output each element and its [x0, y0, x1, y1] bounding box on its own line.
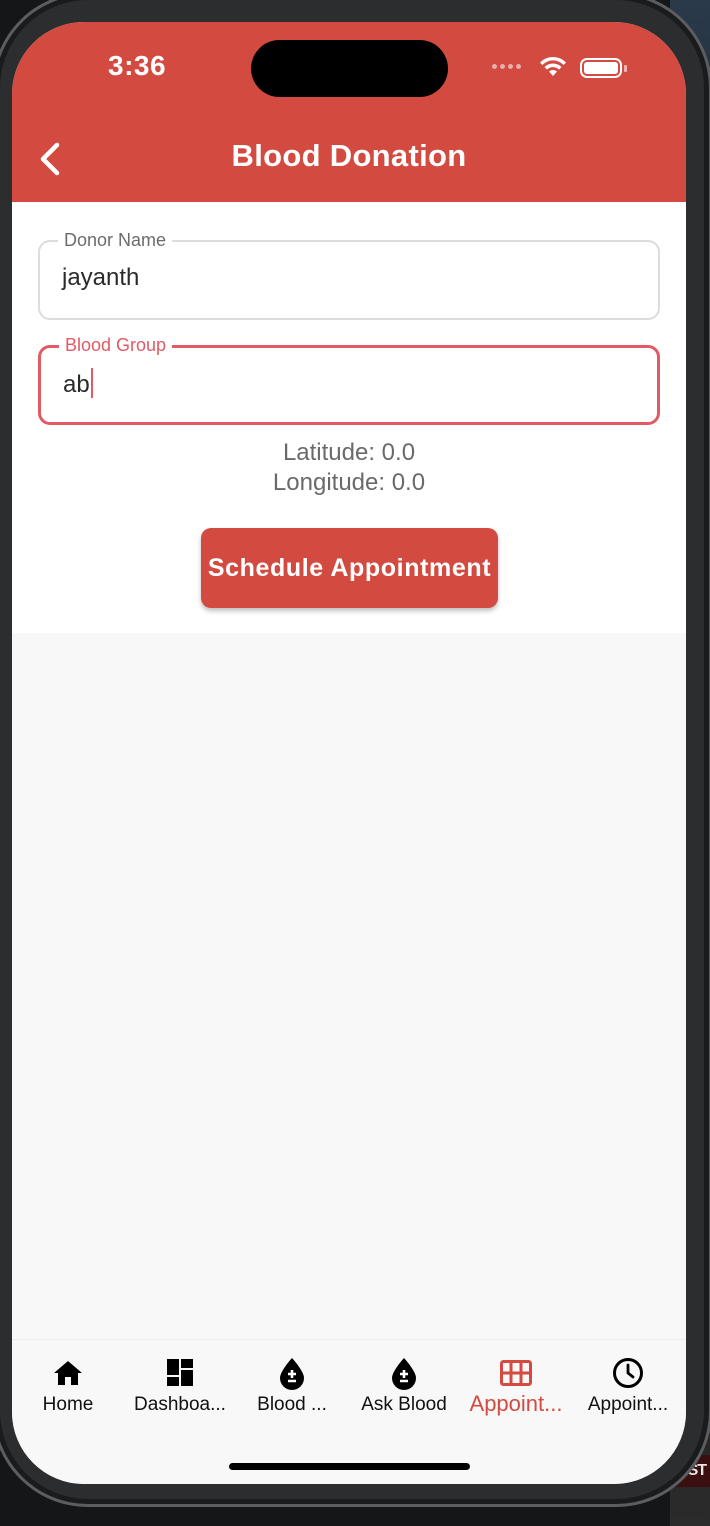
blood-group-input[interactable]: ab — [63, 368, 623, 399]
nav-item-appointment-history[interactable]: Appoint... — [572, 1356, 684, 1420]
longitude-text: Longitude: 0.0 — [272, 469, 426, 496]
status-time: 3:36 — [108, 50, 167, 81]
home-indicator[interactable] — [229, 1463, 470, 1470]
donor-name-input[interactable]: jayanth — [62, 264, 622, 292]
nav-label-blood: Blood ... — [257, 1394, 327, 1415]
blood-group-field[interactable]: Blood Group ab — [38, 334, 660, 425]
nav-label-appointment-history: Appoint... — [587, 1394, 669, 1415]
schedule-appointment-button[interactable]: Schedule Appointment — [201, 528, 498, 608]
blood-drop-icon — [392, 1358, 416, 1390]
blood-drop-icon — [280, 1358, 304, 1390]
nav-label-dashboard: Dashboa... — [134, 1394, 226, 1415]
blood-group-value: ab — [63, 371, 90, 398]
empty-content-area — [12, 633, 686, 1339]
app-screen: 3:36 Blood Donation Donor Name jayanth B… — [12, 22, 686, 1484]
page-title: Blood Donation — [231, 138, 467, 173]
nav-item-appointments[interactable]: Appoint... — [460, 1356, 572, 1420]
battery-icon — [580, 58, 622, 78]
location-coordinates: Latitude: 0.0 Longitude: 0.0 — [12, 438, 686, 498]
app-bar: 3:36 Blood Donation — [12, 22, 686, 202]
donor-name-label: Donor Name — [58, 229, 173, 251]
nav-item-ask-blood[interactable]: Ask Blood — [348, 1356, 460, 1420]
text-cursor — [90, 368, 93, 398]
latitude-text: Latitude: 0.0 — [282, 439, 416, 466]
grid-icon — [500, 1360, 532, 1386]
signal-icon — [492, 64, 528, 72]
clock-icon — [613, 1358, 643, 1388]
nav-item-dashboard[interactable]: Dashboa... — [124, 1356, 236, 1420]
nav-label-ask-blood: Ask Blood — [361, 1394, 447, 1415]
nav-label-appointments: Appoint... — [469, 1391, 563, 1416]
nav-item-home[interactable]: Home — [12, 1356, 124, 1420]
status-icons — [492, 56, 642, 80]
home-icon — [54, 1361, 82, 1385]
dashboard-icon — [167, 1359, 193, 1386]
blood-group-label: Blood Group — [59, 334, 173, 356]
dynamic-island — [251, 40, 448, 97]
donor-name-field[interactable]: Donor Name jayanth — [38, 229, 660, 320]
wifi-icon — [540, 56, 566, 76]
nav-item-blood[interactable]: Blood ... — [236, 1356, 348, 1420]
nav-label-home: Home — [42, 1394, 94, 1415]
donation-form: Donor Name jayanth Blood Group ab Latitu… — [12, 202, 686, 633]
